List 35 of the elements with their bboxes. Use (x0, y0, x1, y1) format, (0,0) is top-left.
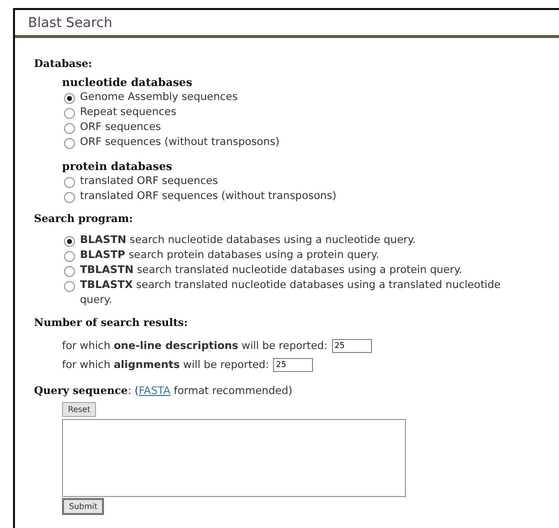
radio-button[interactable] (64, 192, 75, 203)
radio-button[interactable] (64, 108, 75, 119)
submit-button[interactable]: Submit (62, 498, 104, 515)
group-heading: nucleotide databases (62, 76, 194, 89)
radio-button[interactable] (64, 138, 75, 149)
option-label: BLASTN search nucleotide databases using a nucleotide query. (80, 233, 416, 248)
option-label: TBLASTN search translated nucleotide databases using a protein query. (80, 263, 462, 278)
reset-button[interactable]: Reset (62, 402, 96, 417)
radio-button[interactable] (64, 177, 75, 188)
fasta-link[interactable]: FASTA (138, 385, 170, 397)
option-label: Genome Assembly sequences (80, 90, 238, 105)
sequence-text-area[interactable] (62, 419, 406, 497)
section-heading: Search program: (34, 213, 134, 225)
radio-button[interactable] (64, 266, 75, 277)
option-label: ORF sequences (80, 120, 162, 135)
section-heading: Number of search results: (34, 317, 189, 329)
number-field[interactable]: 25 (332, 338, 372, 352)
section-heading: Database: (34, 58, 94, 70)
number-field[interactable]: 25 (273, 358, 314, 372)
group-heading: protein databases (62, 160, 174, 173)
radio-button[interactable] (64, 281, 75, 292)
radio-button[interactable] (64, 251, 75, 262)
field-label: for which one-line descriptions will be reported: (62, 340, 328, 352)
radio-button[interactable] (64, 93, 75, 104)
option-label: TBLASTX search translated nucleotide databases using a translated nucleotide query. (80, 278, 502, 308)
option-label: ORF sequences (without transposons) (80, 135, 280, 150)
radio-button[interactable] (64, 123, 75, 134)
query-sequence-label: Query sequence: (FASTA format recommended) (34, 385, 294, 397)
field-label: for which alignments will be reported: (62, 358, 270, 370)
option-label: translated ORF sequences (without transposons) (80, 189, 336, 204)
option-label: BLASTP search protein databases using a protein query. (80, 248, 380, 263)
option-label: translated ORF sequences (80, 174, 218, 189)
option-label: Repeat sequences (80, 105, 176, 120)
radio-button[interactable] (64, 236, 75, 247)
window-title: Blast Search (28, 14, 112, 30)
